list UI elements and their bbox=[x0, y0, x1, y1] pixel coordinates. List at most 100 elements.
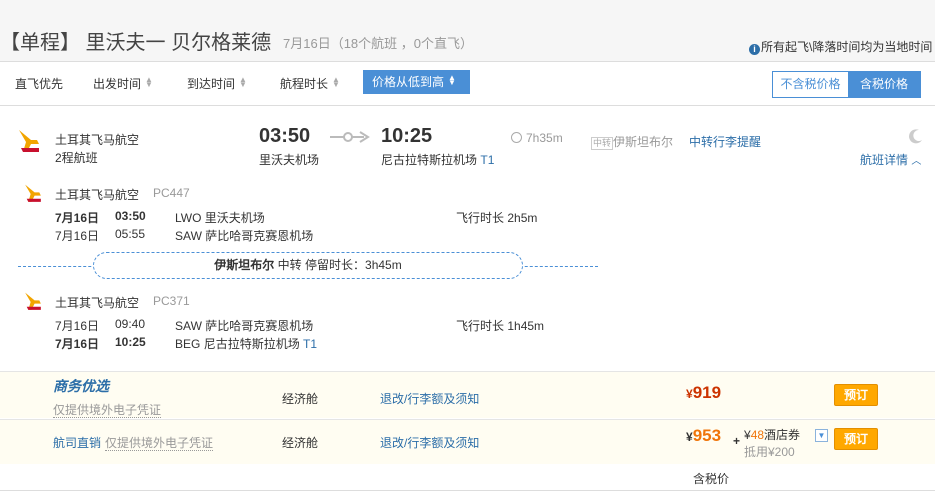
offer2-expand-chevron-icon[interactable]: ▼ bbox=[815, 429, 828, 442]
leg1-dep-code: LWO bbox=[175, 211, 202, 225]
leg1-duration: 2h5m bbox=[507, 211, 538, 225]
leg2-duration: 1h45m bbox=[507, 319, 545, 333]
offer1-book-button[interactable]: 预订 bbox=[834, 384, 878, 406]
offer2-deduct: 抵用¥200 bbox=[744, 445, 795, 459]
offer2-coupon-amount: 48 bbox=[750, 428, 765, 442]
leg2-duration-line: 飞行时长 1h45m bbox=[456, 317, 544, 334]
page-header: 【单程】 里沃夫一 贝尔格莱德 7月16日（18个航班 ，0个直飞） i 所有起飞… bbox=[0, 0, 935, 62]
time-note: i 所有起飞\降落时间均为当地时间 bbox=[749, 38, 932, 55]
depart-time: 03:50 bbox=[259, 125, 311, 147]
offer1-currency: ¥ bbox=[686, 387, 693, 401]
leg1-arr-code: SAW bbox=[175, 229, 202, 243]
leg2-dep-airport-line: SAW 萨比哈哥克赛恩机场 bbox=[175, 317, 313, 334]
leg2-arr-code: BEG bbox=[175, 337, 201, 351]
leg1-arr-date: 7月16日 bbox=[55, 229, 100, 243]
sort-updown-icon: ▲ ▼ bbox=[448, 73, 456, 87]
leg2-arr-time: 10:25 bbox=[115, 335, 146, 349]
transfer-pill: 伊斯坦布尔 中转 停留时长：3h45m bbox=[93, 252, 523, 279]
offer2-coupon: ¥48酒店券 bbox=[744, 426, 800, 443]
leg1-dep-time: 03:50 bbox=[115, 209, 146, 223]
airline-logo-icon bbox=[17, 128, 41, 156]
leg1-dep-airport-line: LWO 里沃夫机场 bbox=[175, 209, 265, 226]
offer-row: 航司直销 仅提供境外电子凭证 经济舱 退改/行李额及须知 ¥953 + ¥48酒… bbox=[0, 419, 935, 464]
route-title: 【单程】 里沃夫一 贝尔格莱德 bbox=[0, 32, 272, 54]
leg2-dep-airport: 萨比哈哥克赛恩机场 bbox=[205, 319, 314, 333]
offer1-price-value: 919 bbox=[692, 383, 722, 402]
moon-icon bbox=[908, 128, 924, 147]
airline-logo-icon bbox=[23, 183, 43, 205]
sort-updown-icon: ▲ ▼ bbox=[332, 75, 340, 89]
offer1-policy-link[interactable]: 退改/行李额及须知 bbox=[380, 390, 479, 407]
tax-included-note: 含税价 bbox=[693, 472, 730, 486]
leg2-arr-date: 7月16日 bbox=[55, 337, 100, 351]
flight-arrow-icon bbox=[330, 130, 370, 147]
offer2-cabin: 经济舱 bbox=[282, 436, 319, 450]
sort-duration-label: 航程时长 bbox=[280, 77, 329, 91]
bottom-divider bbox=[0, 490, 935, 491]
offer2-book-button[interactable]: 预订 bbox=[834, 428, 878, 450]
time-note-text: 所有起飞\降落时间均为当地时间 bbox=[761, 40, 933, 54]
chevron-up-icon: ︿ bbox=[911, 156, 922, 167]
flight-airline: 土耳其飞马航空 bbox=[55, 133, 140, 147]
route-subtitle: 7月16日（18个航班 ，0个直飞） bbox=[283, 36, 473, 51]
offer2-policy-link[interactable]: 退改/行李额及须知 bbox=[380, 434, 479, 451]
flight-duration: 7h35m bbox=[526, 131, 563, 145]
leg1-arr-airport-line: SAW 萨比哈哥克赛恩机场 bbox=[175, 227, 313, 244]
sort-arrival-time[interactable]: 到达时间 ▲ ▼ bbox=[187, 75, 247, 92]
duration-group: 7h35m bbox=[511, 131, 563, 145]
leg2-arr-terminal: T1 bbox=[303, 337, 318, 351]
sort-bar: 直飞优先 出发时间 ▲ ▼ 到达时间 ▲ ▼ 航程时长 ▲ ▼ 价格从低到高 ▲ ▼ 不含税价格… bbox=[0, 62, 935, 106]
offer1-vendor: 商务优选 bbox=[53, 378, 109, 394]
arrive-airport-line: 尼古拉特斯拉机场 T1 bbox=[381, 151, 494, 168]
offer2-plus: + bbox=[733, 434, 741, 448]
offer2-coupon-label: 酒店券 bbox=[764, 428, 801, 442]
offer2-vendor[interactable]: 航司直销 bbox=[53, 434, 101, 451]
sort-direct-first[interactable]: 直飞优先 bbox=[15, 75, 63, 92]
arrive-airport: 尼古拉特斯拉机场 bbox=[381, 153, 478, 167]
sort-departure-time[interactable]: 出发时间 ▲ ▼ bbox=[93, 75, 153, 92]
transfer-tag: 中转 bbox=[591, 137, 614, 150]
sort-price-label: 价格从低到高 bbox=[372, 75, 445, 89]
leg1-dep-date: 7月16日 bbox=[55, 211, 100, 225]
offer1-cabin: 经济舱 bbox=[282, 392, 319, 406]
transfer-stay-label: 停留时长： bbox=[305, 258, 366, 272]
offer-row: 商务优选 仅提供境外电子凭证 经济舱 退改/行李额及须知 ¥919 预订 bbox=[0, 371, 935, 418]
transfer-pill-label: 中转 bbox=[277, 258, 302, 272]
baggage-reminder-link[interactable]: 中转行李提醒 bbox=[689, 133, 761, 150]
leg2-dep-code: SAW bbox=[175, 319, 202, 333]
offer2-currency: ¥ bbox=[686, 430, 693, 444]
airline-logo-icon bbox=[23, 291, 43, 313]
info-icon: i bbox=[749, 44, 760, 55]
leg2-dep-date: 7月16日 bbox=[55, 319, 100, 333]
sort-arrival-label: 到达时间 bbox=[187, 77, 236, 91]
sort-price-low-high[interactable]: 价格从低到高 ▲ ▼ bbox=[363, 70, 470, 94]
tax-excluded-button[interactable]: 不含税价格 bbox=[773, 72, 848, 97]
leg1-arr-time: 05:55 bbox=[115, 227, 146, 241]
leg1-dep-airport: 里沃夫机场 bbox=[204, 211, 265, 225]
leg1-duration-line: 飞行时长 2h5m bbox=[456, 209, 537, 226]
offer2-price: ¥953 bbox=[686, 426, 721, 446]
leg1-airline: 土耳其飞马航空 bbox=[55, 188, 140, 202]
transfer-pill-city: 伊斯坦布尔 bbox=[214, 258, 275, 272]
sort-duration[interactable]: 航程时长 ▲ ▼ bbox=[280, 75, 340, 92]
tax-included-button[interactable]: 含税价格 bbox=[848, 72, 920, 97]
leg1-arr-airport: 萨比哈哥克赛恩机场 bbox=[205, 229, 314, 243]
depart-airport: 里沃夫机场 bbox=[259, 153, 320, 167]
sort-updown-icon: ▲ ▼ bbox=[239, 75, 247, 89]
arrive-time: 10:25 bbox=[381, 125, 433, 147]
leg2-duration-label: 飞行时长 bbox=[456, 319, 505, 333]
clock-icon bbox=[511, 132, 522, 143]
flight-details-toggle[interactable]: 航班详情 ︿ bbox=[860, 151, 921, 168]
leg2-arr-airport: 尼古拉特斯拉机场 bbox=[203, 337, 300, 351]
transfer-stay: 3h45m bbox=[365, 258, 402, 272]
leg2-flight-no: PC371 bbox=[153, 294, 190, 308]
transfer-group: 中转 伊斯坦布尔 bbox=[591, 133, 673, 150]
flight-trip-type: 2程航班 bbox=[55, 151, 98, 165]
offer2-coupon-currency: ¥ bbox=[744, 428, 751, 442]
transfer-city: 伊斯坦布尔 bbox=[613, 135, 674, 149]
leg2-dep-time: 09:40 bbox=[115, 317, 146, 331]
offer1-price: ¥919 bbox=[686, 383, 721, 403]
sort-updown-icon: ▲ ▼ bbox=[145, 75, 153, 89]
leg2-arr-airport-line: BEG 尼古拉特斯拉机场 T1 bbox=[175, 335, 317, 352]
sort-departure-label: 出发时间 bbox=[93, 77, 142, 91]
